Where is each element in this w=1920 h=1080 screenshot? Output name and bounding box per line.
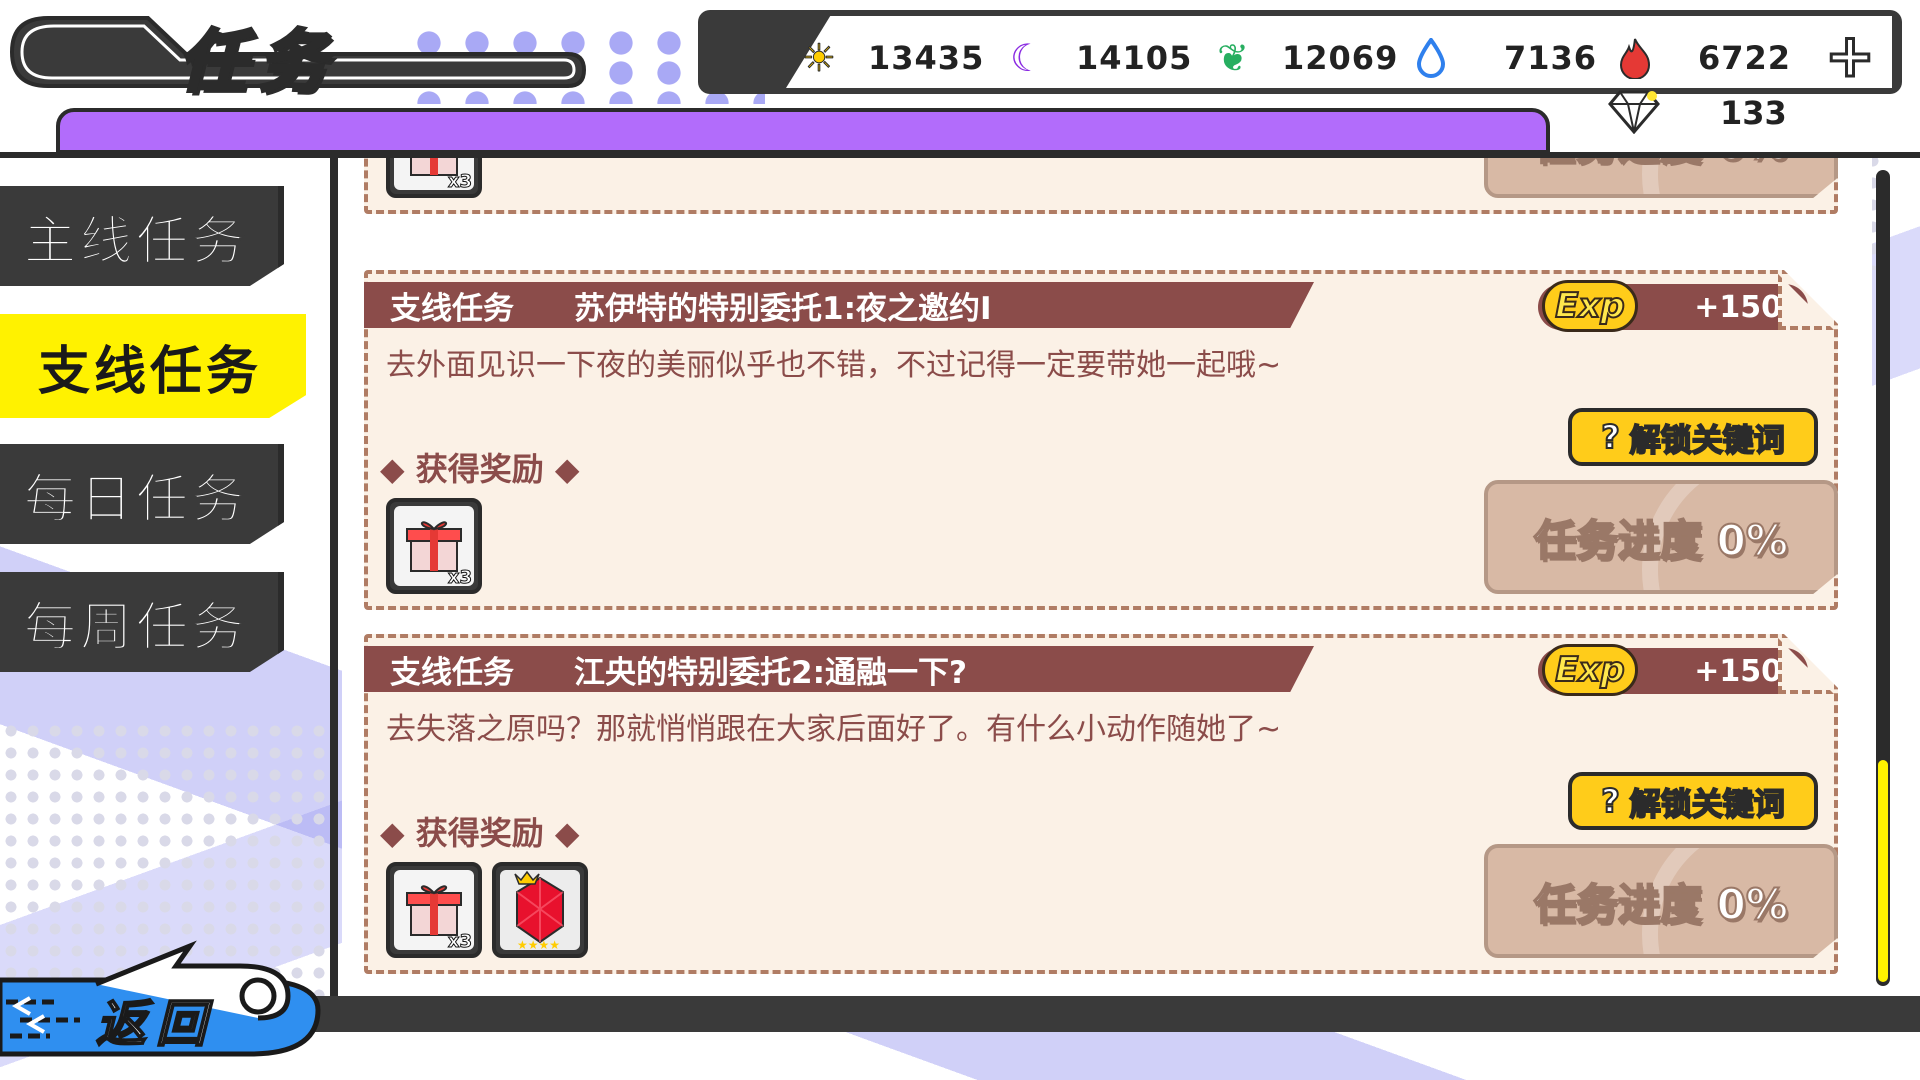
red-crystal-icon: ★★★★ xyxy=(514,870,564,950)
quest-progress-button[interactable]: 任务进度 0% xyxy=(1484,158,1838,198)
reward-items: x3 ★★★★ xyxy=(386,862,588,958)
exp-badge: Exp xyxy=(1542,280,1638,332)
unlock-keyword-button[interactable]: ? 解锁关键词 xyxy=(1568,408,1818,466)
page-title: 任务 xyxy=(176,22,339,104)
quest-description: 去失落之原吗？那就悄悄跟在大家后面好了。有什么小动作随她了~ xyxy=(386,712,1282,747)
currency-leaf: ❦ 12069 xyxy=(1210,36,1398,80)
quest-title: 苏伊特的特别委托1:夜之邀约I xyxy=(574,290,992,327)
currency-sun: ☀ 13435 xyxy=(796,36,985,81)
reward-label: ◆ 获得奖励 ◆ xyxy=(380,814,580,852)
quest-progress-button[interactable]: 任务进度 0% xyxy=(1484,844,1838,958)
tab-daily-quest[interactable]: 每日任务 xyxy=(0,444,284,544)
diamond-icon xyxy=(1608,88,1660,138)
quest-list[interactable]: x3 任务进度 0% 支线任务 苏伊特的特别委托1:夜之邀约I Exp +150… xyxy=(342,158,1872,996)
question-icon: ? xyxy=(1600,417,1621,457)
back-label: 返回 xyxy=(95,994,216,1054)
quest-header: 支线任务 苏伊特的特别委托1:夜之邀约I xyxy=(364,282,1314,328)
bottom-bar xyxy=(300,996,1920,1032)
exp-value: +150 xyxy=(1694,653,1782,689)
leaf-icon: ❦ xyxy=(1217,36,1249,80)
scrollbar-thumb[interactable] xyxy=(1878,760,1888,982)
tab-label: 每日任务 xyxy=(23,469,249,530)
currency-value: 7136 xyxy=(1504,39,1598,77)
reward-item[interactable]: ★★★★ xyxy=(492,862,588,958)
quest-type: 支线任务 xyxy=(390,290,514,327)
quest-card: 支线任务 苏伊特的特别委托1:夜之邀约I Exp +150 去外面见识一下夜的美… xyxy=(364,270,1838,610)
question-icon: ? xyxy=(1600,781,1621,821)
currency-moon: ☾ 14105 xyxy=(1004,36,1192,80)
currency-value: 6722 xyxy=(1698,39,1792,77)
currency-value: 12069 xyxy=(1282,39,1399,77)
tab-label: 支线任务 xyxy=(38,341,263,402)
reward-qty: x3 xyxy=(447,931,472,953)
svg-text:★★★★: ★★★★ xyxy=(517,938,560,950)
divider-line xyxy=(0,152,1920,158)
reward-qty: x3 xyxy=(447,171,472,193)
tab-side-quest[interactable]: 支线任务 xyxy=(0,314,306,418)
reward-item[interactable]: x3 xyxy=(386,498,482,594)
tab-label: 主线任务 xyxy=(23,211,249,272)
reward-item[interactable]: x3 xyxy=(386,158,482,198)
reward-item[interactable]: x3 xyxy=(386,862,482,958)
sun-icon: ☀ xyxy=(801,36,837,81)
progress-label: 任务进度 0% xyxy=(1533,879,1789,930)
currency-value: 13435 xyxy=(868,39,985,77)
currency-value: 14105 xyxy=(1076,39,1193,77)
diamond-value: 133 xyxy=(1720,94,1787,132)
reward-items: x3 xyxy=(386,498,482,594)
unlock-keyword-button[interactable]: ? 解锁关键词 xyxy=(1568,772,1818,830)
reward-qty: x3 xyxy=(447,567,472,589)
currency-water: 7136 xyxy=(1408,36,1597,80)
exp-reward: Exp +150 xyxy=(1538,280,1808,332)
unlock-label: 解锁关键词 xyxy=(1629,422,1786,460)
tab-main-quest[interactable]: 主线任务 xyxy=(0,186,284,286)
unlock-label: 解锁关键词 xyxy=(1629,786,1786,824)
quest-progress-button[interactable]: 任务进度 0% xyxy=(1484,480,1838,594)
quest-card-partial: x3 任务进度 0% xyxy=(364,158,1838,214)
reward-label: ◆ 获得奖励 ◆ xyxy=(380,450,580,488)
quest-header: 支线任务 江央的特别委托2:通融一下? xyxy=(364,646,1314,692)
progress-label: 任务进度 0% xyxy=(1533,158,1789,172)
progress-label: 任务进度 0% xyxy=(1533,515,1789,566)
tab-label: 每周任务 xyxy=(23,597,249,658)
exp-reward: Exp +150 xyxy=(1538,644,1808,696)
currency-diamond: 133 xyxy=(1608,88,1787,138)
currency-flame: 6722 xyxy=(1612,36,1791,80)
water-drop-icon xyxy=(1408,35,1454,81)
exp-value: +150 xyxy=(1694,289,1782,325)
sidebar-divider xyxy=(330,152,338,997)
flame-icon xyxy=(1612,35,1658,81)
add-currency-button[interactable]: + xyxy=(1822,25,1878,88)
quest-description: 去外面见识一下夜的美丽似乎也不错，不过记得一定要带她一起哦~ xyxy=(386,348,1282,383)
exp-badge: Exp xyxy=(1542,644,1638,696)
reward-items: x3 xyxy=(386,158,482,198)
quest-card: 支线任务 江央的特别委托2:通融一下? Exp +150 去失落之原吗？那就悄悄… xyxy=(364,634,1838,974)
moon-icon: ☾ xyxy=(1009,36,1045,80)
quest-type: 支线任务 xyxy=(390,654,514,691)
tab-weekly-quest[interactable]: 每周任务 xyxy=(0,572,284,672)
header-accent-bar xyxy=(56,108,1550,154)
quest-title: 江央的特别委托2:通融一下? xyxy=(574,654,967,691)
